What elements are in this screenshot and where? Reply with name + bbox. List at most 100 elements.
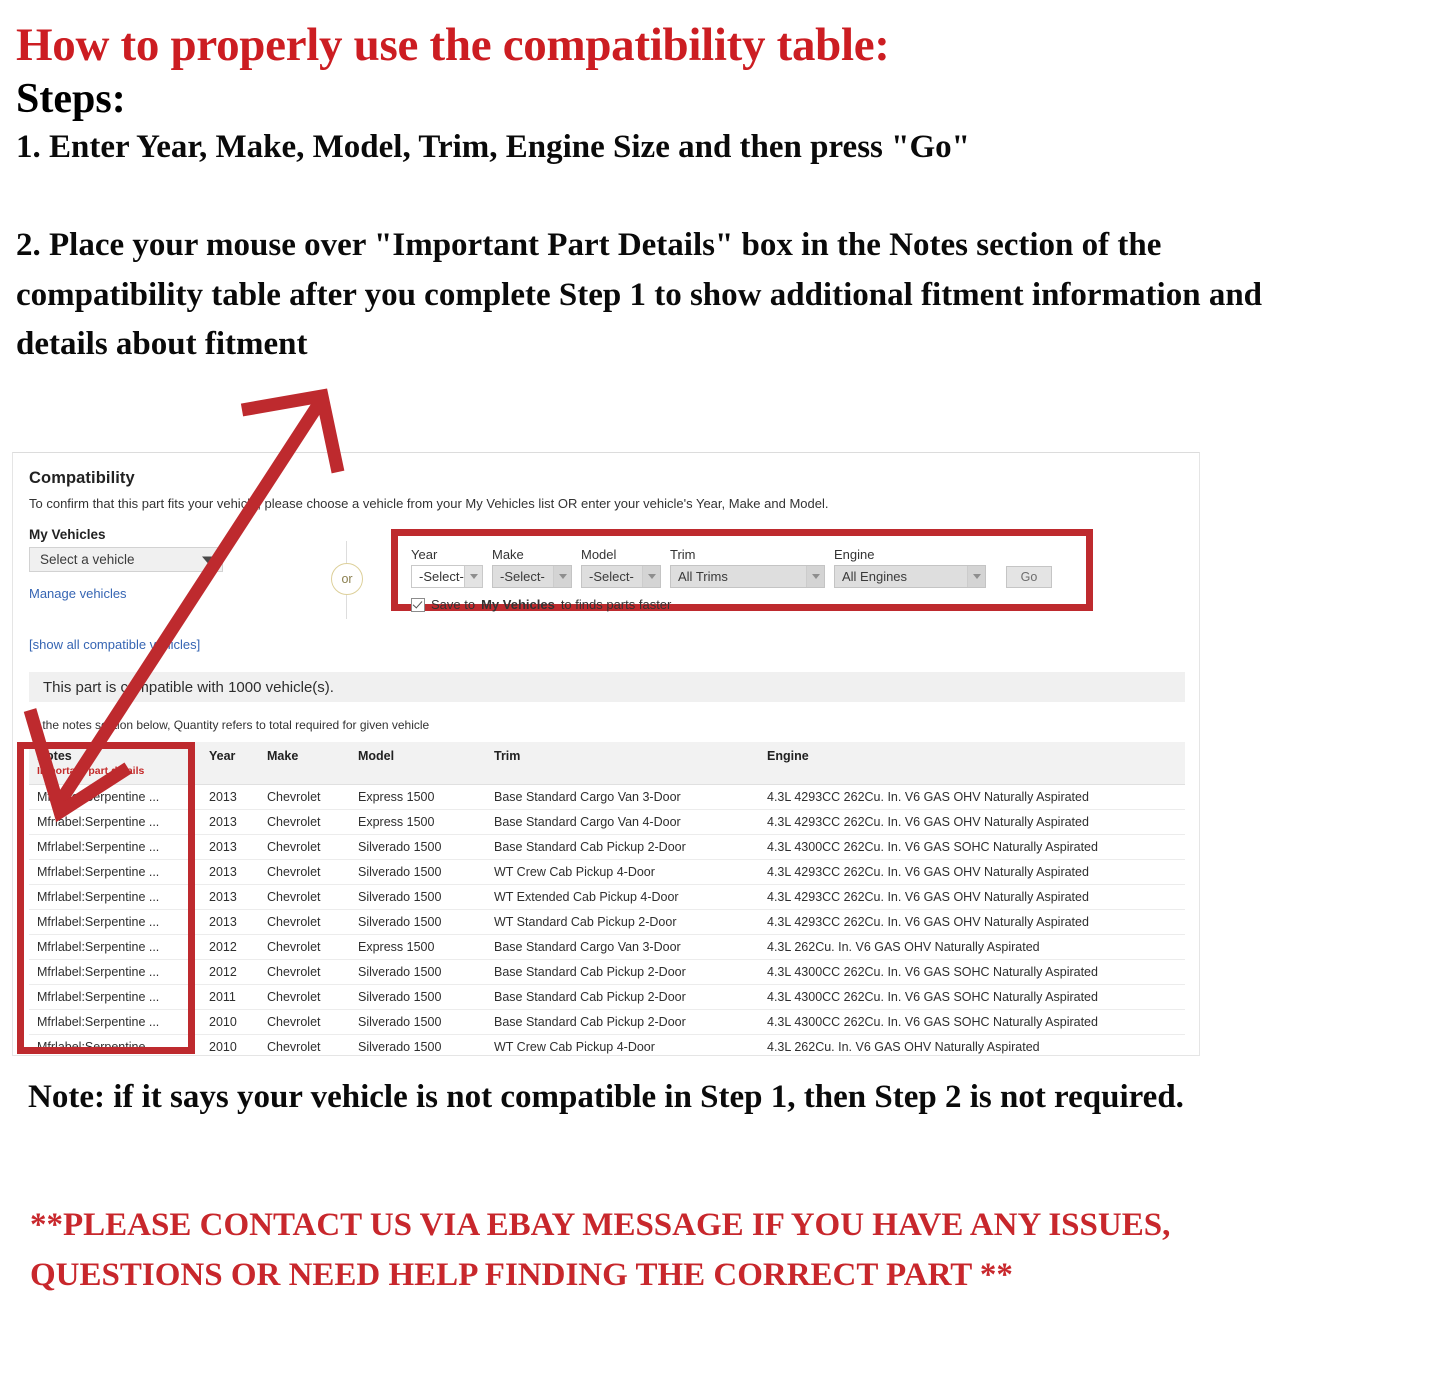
cell-year: 2011	[201, 984, 259, 1010]
compatibility-heading: Compatibility	[29, 469, 135, 487]
make-field-group: Make -Select-	[492, 547, 572, 588]
engine-selected-value: All Engines	[842, 569, 908, 584]
vehicle-chooser-row: My Vehicles Select a vehicle Manage vehi…	[29, 527, 1183, 635]
cell-notes[interactable]: Mfrlabel:Serpentine ...	[29, 959, 201, 985]
cell-make: Chevrolet	[259, 834, 350, 860]
engine-select[interactable]: All Engines	[834, 565, 986, 588]
or-bubble-label: or	[331, 563, 363, 595]
cell-model: Silverado 1500	[350, 1034, 486, 1055]
cell-trim: Base Standard Cab Pickup 2-Door	[486, 984, 759, 1010]
model-field-group: Model -Select-	[581, 547, 661, 588]
chevron-down-icon	[464, 566, 482, 587]
make-selected-value: -Select-	[500, 569, 545, 584]
cell-trim: Base Standard Cab Pickup 2-Door	[486, 834, 759, 860]
trim-select[interactable]: All Trims	[670, 565, 825, 588]
cell-model: Silverado 1500	[350, 909, 486, 935]
my-vehicles-selected-value: Select a vehicle	[40, 552, 135, 567]
cell-trim: Base Standard Cab Pickup 2-Door	[486, 1009, 759, 1035]
ymme-search-form-highlight: Year -Select- Make -Select- Model -Selec…	[391, 529, 1093, 612]
cell-notes[interactable]: Mfrlabel:Serpentine ...	[29, 784, 201, 810]
footer-note-text: Note: if it says your vehicle is not com…	[28, 1079, 1184, 1115]
col-header-notes: Notes Important part details	[29, 742, 201, 785]
chevron-down-icon	[553, 566, 571, 587]
cell-make: Chevrolet	[259, 959, 350, 985]
cell-notes[interactable]: Mfrlabel:Serpentine ...	[29, 859, 201, 885]
cell-trim: WT Extended Cab Pickup 4-Door	[486, 884, 759, 910]
cell-year: 2013	[201, 809, 259, 835]
table-row: Mfrlabel:Serpentine ... 2012 Chevrolet Silv…	[29, 959, 1185, 985]
quantity-note: In the notes section below, Quantity ref…	[29, 718, 430, 732]
cell-notes[interactable]: Mfrlabel:Serpentine ...	[29, 1034, 201, 1055]
steps-heading: Steps:	[16, 76, 126, 122]
chevron-down-icon	[202, 556, 214, 563]
cell-notes[interactable]: Mfrlabel:Serpentine ...	[29, 1009, 201, 1035]
cell-engine: 4.3L 4300CC 262Cu. In. V6 GAS SOHC Natur…	[759, 1009, 1185, 1035]
year-select[interactable]: -Select-	[411, 565, 483, 588]
year-selected-value: -Select-	[419, 569, 464, 584]
cell-model: Express 1500	[350, 934, 486, 960]
make-select[interactable]: -Select-	[492, 565, 572, 588]
manage-vehicles-link[interactable]: Manage vehicles	[29, 586, 289, 601]
engine-label: Engine	[834, 547, 875, 562]
instructions-block: How to properly use the compatibility ta…	[16, 8, 1416, 370]
cell-engine: 4.3L 4293CC 262Cu. In. V6 GAS OHV Natura…	[759, 784, 1185, 810]
trim-field-group: Trim All Trims	[670, 547, 825, 588]
cell-model: Silverado 1500	[350, 959, 486, 985]
cell-year: 2013	[201, 909, 259, 935]
table-row: Mfrlabel:Serpentine ... 2013 Chevrolet Expr…	[29, 784, 1185, 810]
cell-make: Chevrolet	[259, 809, 350, 835]
model-selected-value: -Select-	[589, 569, 634, 584]
chevron-down-icon	[806, 566, 824, 587]
col-header-year: Year	[201, 742, 259, 785]
important-part-details-label[interactable]: Important part details	[37, 765, 201, 777]
save-to-my-vehicles-row[interactable]: Save to My Vehicles to finds parts faste…	[398, 588, 1086, 612]
go-button[interactable]: Go	[1006, 566, 1052, 588]
save-bold-text: My Vehicles	[481, 597, 555, 612]
table-row: Mfrlabel:Serpentine ... 2013 Chevrolet Silv…	[29, 909, 1185, 935]
col-header-engine: Engine	[759, 742, 1185, 785]
chevron-down-icon	[967, 566, 985, 587]
cell-engine: 4.3L 4293CC 262Cu. In. V6 GAS OHV Natura…	[759, 809, 1185, 835]
cell-engine: 4.3L 4293CC 262Cu. In. V6 GAS OHV Natura…	[759, 859, 1185, 885]
step-1-text: 1. Enter Year, Make, Model, Trim, Engine…	[16, 129, 970, 166]
my-vehicles-label: My Vehicles	[29, 527, 106, 542]
cell-make: Chevrolet	[259, 784, 350, 810]
cell-notes[interactable]: Mfrlabel:Serpentine ...	[29, 809, 201, 835]
save-vehicle-checkbox[interactable]	[411, 597, 425, 612]
cell-notes[interactable]: Mfrlabel:Serpentine ...	[29, 984, 201, 1010]
cell-notes[interactable]: Mfrlabel:Serpentine ...	[29, 909, 201, 935]
table-row: Mfrlabel:Serpentine ... 2013 Chevrolet Silv…	[29, 834, 1185, 860]
cell-trim: WT Standard Cab Pickup 2-Door	[486, 909, 759, 935]
cell-notes[interactable]: Mfrlabel:Serpentine ...	[29, 934, 201, 960]
cell-make: Chevrolet	[259, 1009, 350, 1035]
cell-engine: 4.3L 4293CC 262Cu. In. V6 GAS OHV Natura…	[759, 909, 1185, 935]
my-vehicles-select[interactable]: Select a vehicle	[29, 547, 223, 572]
col-header-model: Model	[350, 742, 486, 785]
cell-year: 2012	[201, 959, 259, 985]
cell-model: Silverado 1500	[350, 859, 486, 885]
chevron-down-icon	[642, 566, 660, 587]
table-header-row: Notes Important part details Year Make M…	[29, 742, 1185, 785]
cell-engine: 4.3L 4293CC 262Cu. In. V6 GAS OHV Natura…	[759, 884, 1185, 910]
table-row: Mfrlabel:Serpentine ... 2010 Chevrolet Silv…	[29, 1034, 1185, 1055]
engine-field-group: Engine All Engines	[834, 547, 986, 588]
table-row: Mfrlabel:Serpentine ... 2012 Chevrolet Expr…	[29, 934, 1185, 960]
cell-engine: 4.3L 262Cu. In. V6 GAS OHV Naturally Asp…	[759, 934, 1185, 960]
show-all-compatible-vehicles-link[interactable]: [show all compatible vehicles]	[29, 637, 1183, 652]
cell-year: 2010	[201, 1034, 259, 1055]
cell-notes[interactable]: Mfrlabel:Serpentine ...	[29, 834, 201, 860]
cell-year: 2010	[201, 1009, 259, 1035]
fitment-table: Notes Important part details Year Make M…	[29, 742, 1185, 1055]
cell-year: 2012	[201, 934, 259, 960]
cell-year: 2013	[201, 784, 259, 810]
cell-model: Silverado 1500	[350, 884, 486, 910]
compatibility-panel: Compatibility To confirm that this part …	[12, 452, 1200, 1056]
cell-make: Chevrolet	[259, 909, 350, 935]
model-select[interactable]: -Select-	[581, 565, 661, 588]
cell-model: Express 1500	[350, 809, 486, 835]
cell-make: Chevrolet	[259, 859, 350, 885]
table-row: Mfrlabel:Serpentine ... 2010 Chevrolet Silv…	[29, 1009, 1185, 1035]
cell-make: Chevrolet	[259, 884, 350, 910]
table-row: Mfrlabel:Serpentine ... 2013 Chevrolet Expr…	[29, 809, 1185, 835]
cell-notes[interactable]: Mfrlabel:Serpentine ...	[29, 884, 201, 910]
